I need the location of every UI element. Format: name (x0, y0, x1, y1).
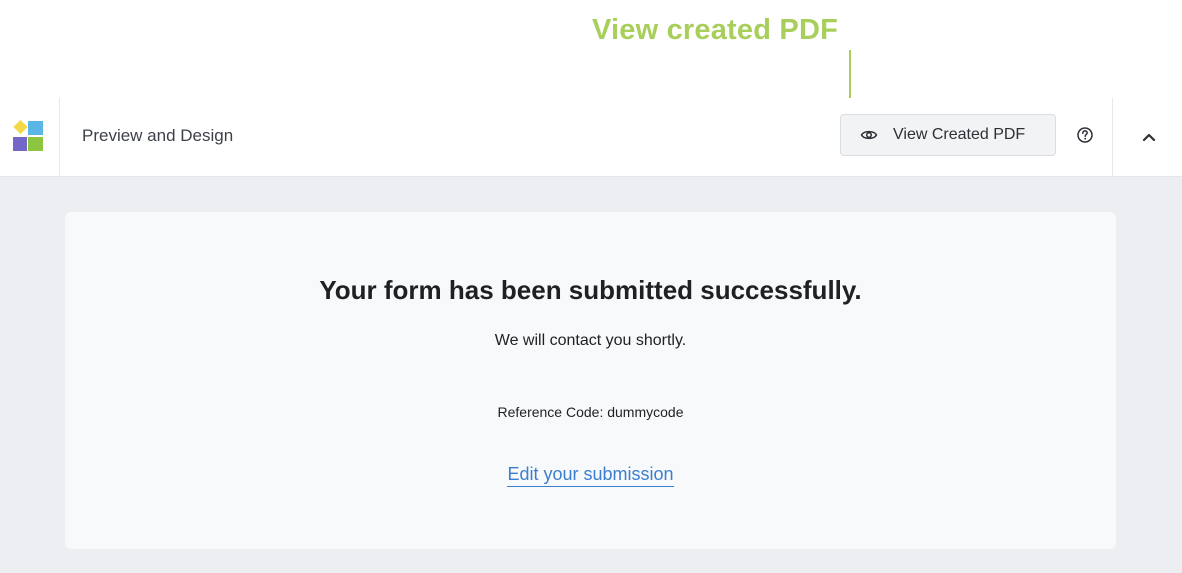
reference-code: Reference Code: dummycode (497, 404, 684, 420)
callout-label: View created PDF (591, 14, 839, 46)
content-area: Your form has been submitted successfull… (0, 177, 1182, 573)
help-circle-icon[interactable] (1075, 125, 1095, 145)
edit-link-container: Edit your submission (65, 464, 1116, 487)
edit-submission-link[interactable]: Edit your submission (507, 464, 674, 487)
app-logo-icon (11, 119, 45, 154)
toolbar: Preview and Design View Created PDF (0, 98, 1182, 177)
page-title: Preview and Design (82, 126, 234, 145)
chevron-up-icon[interactable] (1139, 127, 1159, 147)
toolbar-divider (59, 98, 60, 176)
toolbar-divider (1112, 98, 1113, 176)
eye-icon (860, 126, 878, 144)
success-headline: Your form has been submitted successfull… (319, 275, 862, 305)
view-created-pdf-button[interactable]: View Created PDF (840, 114, 1056, 156)
thank-you-card: Your form has been submitted successfull… (65, 212, 1116, 549)
screen: View created PDF Preview and Design View… (0, 0, 1182, 573)
success-subtext: We will contact you shortly. (494, 332, 687, 349)
view-created-pdf-label: View Created PDF (893, 126, 1026, 143)
